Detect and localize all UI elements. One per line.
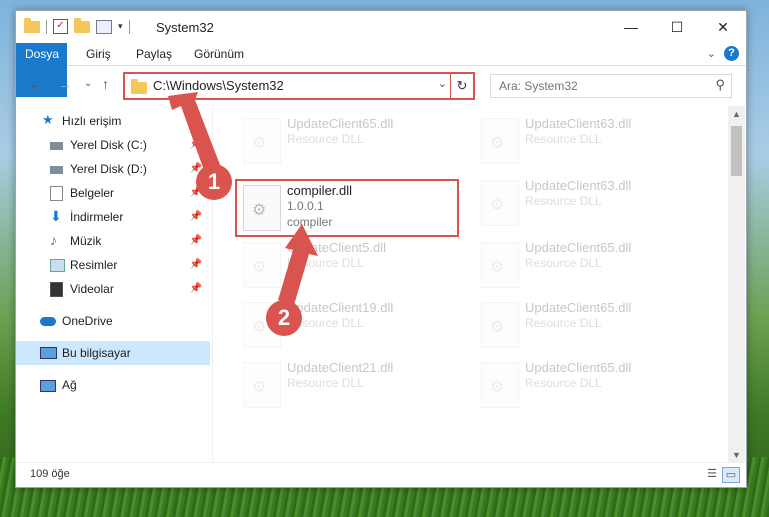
callout-step-1: 1 [196, 164, 232, 200]
callout-step-2: 2 [266, 300, 302, 336]
arrow-to-compiler-dll [278, 224, 318, 305]
annotation-arrows [168, 92, 318, 305]
